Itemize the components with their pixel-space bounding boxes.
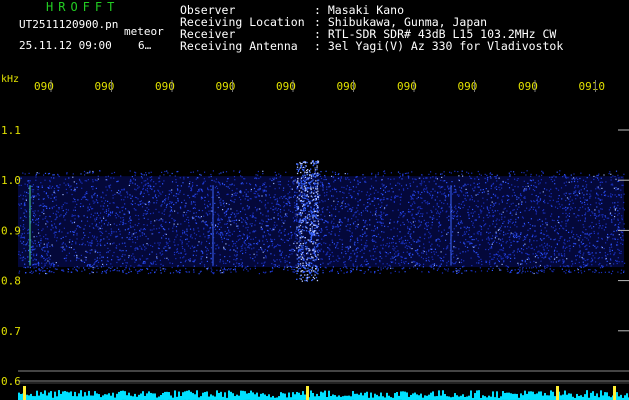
file-name: UT2511120900.pn (19, 18, 119, 31)
count-label: 6… (138, 39, 152, 52)
freq-tick-label: 0.7 (1, 325, 21, 338)
bottom-marker (556, 386, 559, 400)
bottom-marker (23, 386, 26, 400)
time-tick-label: 0910 (579, 80, 606, 93)
frequency-unit-label: kHz (1, 74, 20, 85)
spectrogram-window: 090 090 090 090 090 090 090 090 090 0910 1.1 1.0 0.9… (0, 0, 629, 400)
freq-tick-label: 0.9 (1, 224, 21, 237)
freq-tick-label: 1.0 (1, 174, 21, 187)
freq-tick-label: 0.6 (1, 375, 21, 388)
datetime-label: 25.11.12 09:00 (19, 39, 112, 52)
spectrogram-canvas: 090 090 090 090 090 090 090 090 090 09101.11.00.9… (1, 80, 629, 400)
tag-label: meteor (124, 25, 164, 38)
antenna-value: : 3el Yagi(V) Az 330 for Vladivostok (314, 39, 564, 53)
signal-baseline (18, 390, 629, 400)
freq-tick-label: 0.8 (1, 275, 21, 288)
bottom-marker (306, 386, 309, 400)
freq-tick-label: 1.1 (1, 124, 21, 137)
app-title: HROFFT (46, 0, 120, 14)
antenna-label: Receiving Antenna (180, 39, 298, 53)
noise-band (18, 170, 626, 275)
bottom-marker (613, 386, 616, 400)
